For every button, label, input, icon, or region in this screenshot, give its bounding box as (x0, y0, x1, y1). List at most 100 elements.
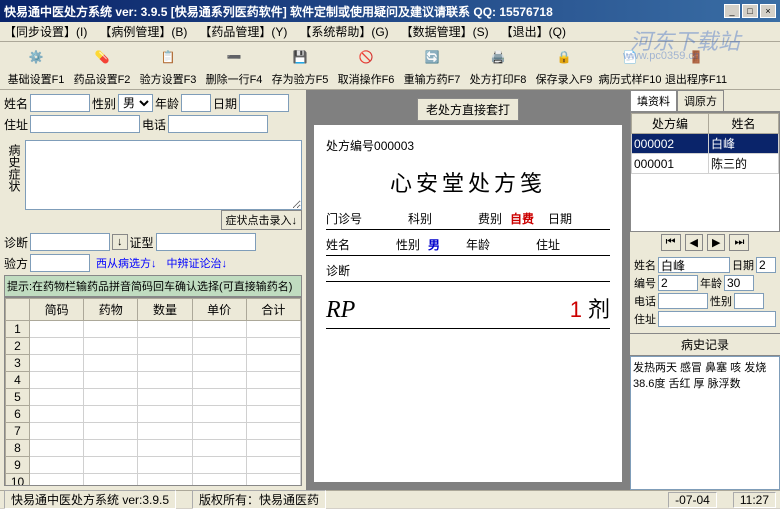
status-date: -07-04 (668, 492, 717, 508)
toolbar-doc-button[interactable]: 📄病历式样F10 (598, 43, 662, 89)
sex-label: 性别 (92, 95, 116, 112)
toolbar-list-button[interactable]: 📋验方设置F3 (136, 43, 200, 89)
psex-value: 男 (428, 236, 458, 253)
table-row[interactable]: 6 (6, 406, 301, 423)
symptom-entry-button[interactable]: 症状点击录入↓ (221, 210, 303, 230)
nav-next-icon[interactable]: ▶ (707, 234, 725, 251)
age-input[interactable] (181, 94, 211, 112)
gear-icon: ⚙️ (24, 45, 48, 69)
date-label: 日期 (213, 95, 237, 112)
table-row[interactable]: 10 (6, 474, 301, 487)
toolbar-pill-button[interactable]: 💊药品设置F2 (70, 43, 134, 89)
fee-label: 费别 (478, 210, 502, 227)
rx-title: 心安堂处方笺 (326, 166, 610, 198)
name-input[interactable] (30, 94, 90, 112)
clinic-label: 门诊号 (326, 210, 362, 227)
close-button[interactable]: × (760, 4, 776, 18)
nav-last-icon[interactable]: ⏭ (729, 234, 749, 251)
dose-unit: 剂 (588, 292, 610, 324)
center-panel: 老处方直接套打 处方编号000003 心安堂处方笺 门诊号 科别 费别 自费 日… (306, 90, 630, 490)
toolbar-delete-button[interactable]: ➖删除一行F4 (202, 43, 266, 89)
table-row[interactable]: 8 (6, 440, 301, 457)
toolbar-save-button[interactable]: 💾存为验方F5 (268, 43, 332, 89)
toolbar-cancel-button[interactable]: 🚫取消操作F6 (334, 43, 398, 89)
tcm-select-button[interactable]: 中辨证论治↓ (167, 255, 228, 271)
table-row[interactable]: 9 (6, 457, 301, 474)
menu-exit[interactable]: 【退出】(Q) (501, 23, 566, 40)
table-row[interactable]: 7 (6, 423, 301, 440)
reuse-rx-button[interactable]: 老处方直接套打 (417, 98, 519, 121)
psex-label: 性别 (396, 236, 420, 253)
table-row[interactable]: 4 (6, 372, 301, 389)
rx-input[interactable] (30, 254, 90, 272)
list-item[interactable]: 000001陈三的 (632, 154, 779, 174)
pill-icon: 💊 (90, 45, 114, 69)
p-id-input[interactable] (658, 275, 698, 291)
history-textarea[interactable] (25, 140, 302, 210)
diag-drop[interactable]: ↓ (112, 234, 128, 250)
menu-case[interactable]: 【病例管理】(B) (99, 23, 187, 40)
rxdate-label: 日期 (548, 210, 572, 227)
toolbar-gear-button[interactable]: ⚙️基础设置F1 (4, 43, 68, 89)
sex-select[interactable]: 男 (118, 94, 153, 112)
menu-help[interactable]: 【系统帮助】(G) (299, 23, 388, 40)
phone-label: 电话 (142, 116, 166, 133)
tab-recall[interactable]: 调原方 (677, 90, 724, 111)
rxno-value: 000003 (374, 139, 414, 153)
menu-sync[interactable]: 【同步设置】(I) (4, 23, 87, 40)
table-row[interactable]: 3 (6, 355, 301, 372)
cancel-icon: 🚫 (354, 45, 378, 69)
toolbar-lock-button[interactable]: 🔒保存录入F9 (532, 43, 596, 89)
titlebar: 快易通中医处方系统 ver: 3.9.5 [快易通系列医药软件] 软件定制或使用… (0, 0, 780, 22)
name-label: 姓名 (4, 95, 28, 112)
drug-grid[interactable]: 简码药物数量单价合计1234567891011 (4, 297, 302, 486)
maximize-button[interactable]: □ (742, 4, 758, 18)
grid-header: 药物 (84, 299, 138, 321)
menu-data[interactable]: 【数据管理】(S) (401, 23, 489, 40)
diag-input[interactable] (30, 233, 110, 251)
minimize-button[interactable]: _ (724, 4, 740, 18)
print-icon: 🖨️ (486, 45, 510, 69)
nav-first-icon[interactable]: ⏮ (661, 234, 681, 251)
table-row[interactable]: 1 (6, 321, 301, 338)
rp-label: RP (326, 297, 355, 324)
menubar: 【同步设置】(I) 【病例管理】(B) 【药品管理】(Y) 【系统帮助】(G) … (0, 22, 780, 42)
west-select-button[interactable]: 西从病选方↓ (96, 255, 157, 271)
history-label: 病史症状 (4, 140, 25, 210)
addr-input[interactable] (30, 115, 140, 133)
phone-input[interactable] (168, 115, 268, 133)
status-time: 11:27 (733, 492, 776, 508)
table-row[interactable]: 2 (6, 338, 301, 355)
right-panel: 填资料 调原方 处方编姓名000002白峰000001陈三的 ⏮ ◀ ▶ ⏭ 姓… (630, 90, 780, 490)
history-record[interactable]: 发热两天 感冒 鼻塞 咳 发烧 38.6度 舌红 厚 脉浮数 (630, 356, 780, 490)
toolbar-print-button[interactable]: 🖨️处方打印F8 (466, 43, 530, 89)
window-title: 快易通中医处方系统 ver: 3.9.5 [快易通系列医药软件] 软件定制或使用… (4, 3, 724, 20)
toolbar-refresh-button[interactable]: 🔄重输方药F7 (400, 43, 464, 89)
p-date-input[interactable] (756, 257, 776, 273)
refresh-icon: 🔄 (420, 45, 444, 69)
p-phone-input[interactable] (658, 293, 708, 309)
age-label: 年龄 (155, 95, 179, 112)
rx-list[interactable]: 处方编姓名000002白峰000001陈三的 (630, 112, 780, 232)
p-name-input[interactable] (658, 257, 730, 273)
delete-icon: ➖ (222, 45, 246, 69)
p-addr-input[interactable] (658, 311, 776, 327)
rx-label: 验方 (4, 255, 28, 272)
diag-label: 诊断 (4, 234, 28, 251)
list-item[interactable]: 000002白峰 (632, 134, 779, 154)
hint-bar: 提示:在药物栏输药品拼音简码回车确认选择(可直接输药名) (4, 275, 302, 297)
pname-label: 姓名 (326, 236, 350, 253)
pattern-input[interactable] (156, 233, 256, 251)
status-app: 快易通中医处方系统 ver:3.9.5 (4, 490, 176, 509)
grid-header: 单价 (192, 299, 246, 321)
dept-label: 科别 (408, 210, 432, 227)
nav-prev-icon[interactable]: ◀ (685, 234, 703, 251)
tab-fill[interactable]: 填资料 (630, 90, 677, 111)
date-input[interactable] (239, 94, 289, 112)
p-sex-input[interactable] (734, 293, 764, 309)
menu-drug[interactable]: 【药品管理】(Y) (199, 23, 287, 40)
p-age-input[interactable] (724, 275, 754, 291)
fee-value: 自费 (510, 210, 540, 227)
toolbar-exit-button[interactable]: 🚪退出程序F11 (664, 43, 728, 89)
table-row[interactable]: 5 (6, 389, 301, 406)
